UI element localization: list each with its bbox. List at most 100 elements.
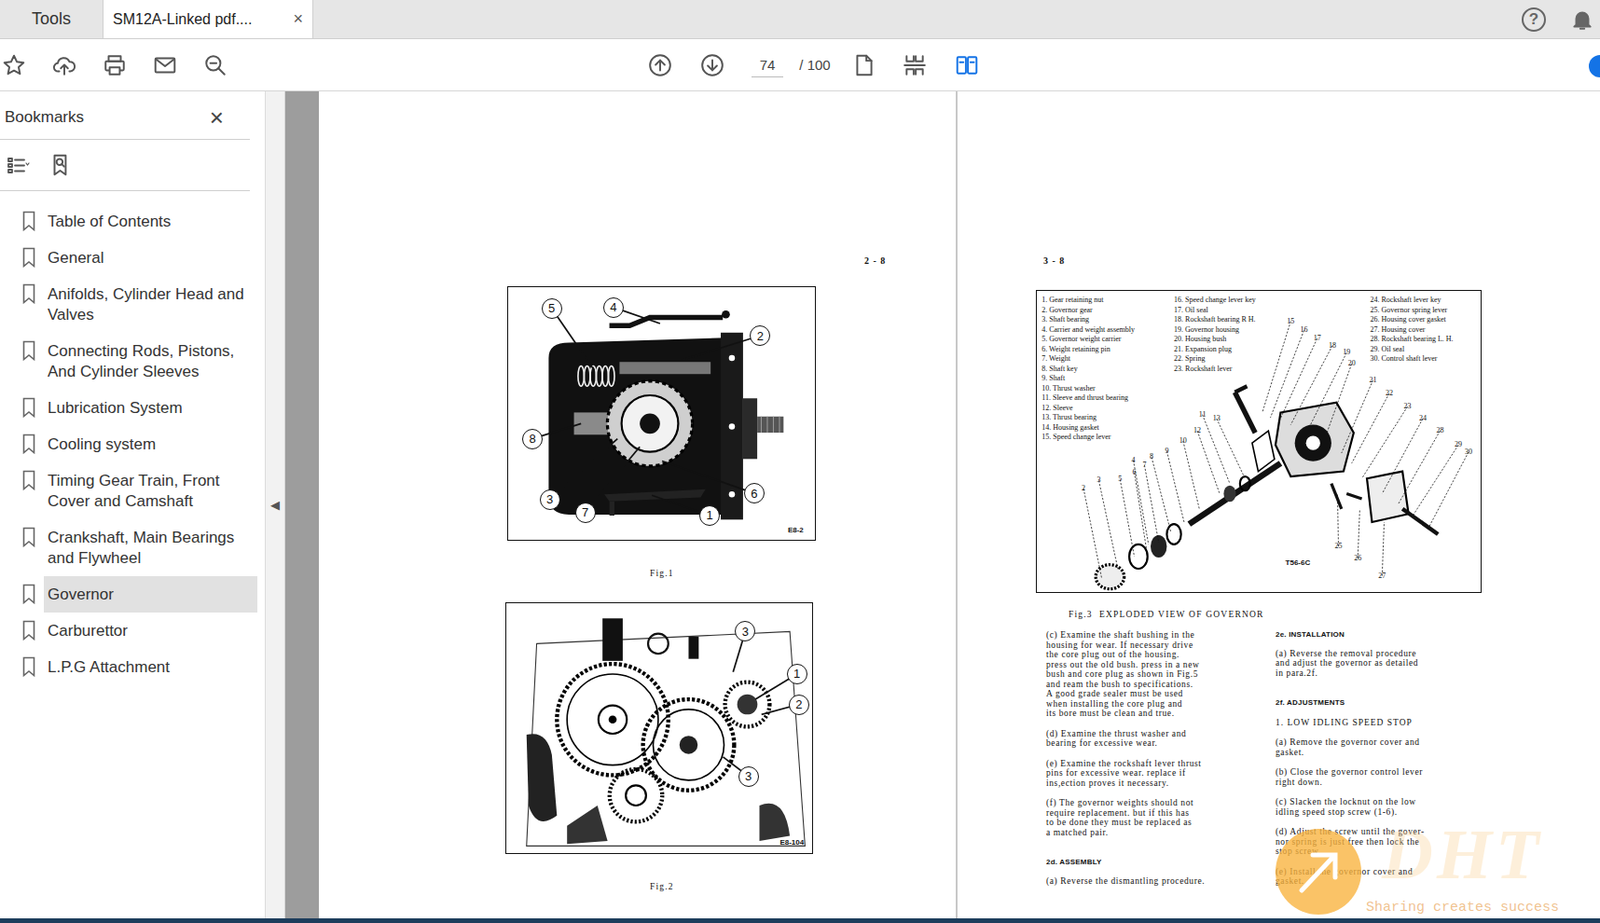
legend-entry: 15. Speed change lever xyxy=(1041,432,1135,443)
bookmark-label[interactable]: L.P.G Attachment xyxy=(43,648,258,686)
text-line: right down. xyxy=(1275,777,1490,788)
bookmark-item[interactable]: Governor xyxy=(0,576,265,613)
bell-icon[interactable] xyxy=(1570,7,1595,32)
text-line: to be done they must be replaced as xyxy=(1046,817,1261,828)
watermark-tagline: Sharing creates success xyxy=(1365,899,1559,916)
callout: 4 xyxy=(1131,456,1135,465)
legend-entry: 25. Governor spring lever xyxy=(1369,305,1453,317)
bookmark-label[interactable]: Timing Gear Train, Front Cover and Camsh… xyxy=(43,462,258,520)
next-page-icon[interactable] xyxy=(700,53,725,78)
bookmarks-panel: Bookmarks×Table of ContentsGeneralAnifol… xyxy=(0,91,266,919)
bookmark-item[interactable]: Lubrication System xyxy=(0,389,265,427)
bookmark-label[interactable]: Table of Contents xyxy=(43,203,258,240)
toolbar: 74/ 100 xyxy=(0,39,1600,92)
bookmark-item[interactable]: General xyxy=(0,239,265,276)
bookmark-item[interactable]: Timing Gear Train, Front Cover and Camsh… xyxy=(0,462,265,520)
paragraph: (c) Examine the shaft bushing in thehous… xyxy=(1046,630,1261,719)
callout: 1 xyxy=(699,505,720,526)
text-line: (c) Examine the shaft bushing in the xyxy=(1046,630,1261,641)
bookmark-icon xyxy=(22,583,36,605)
callout: 2 xyxy=(749,325,771,346)
document-tab[interactable]: SM12A-Linked pdf....× xyxy=(102,0,314,39)
callout: 5 xyxy=(541,298,563,319)
text-line: the core plug out of the housing. xyxy=(1046,649,1261,661)
legend-entry: 3. Shaft bearing xyxy=(1041,315,1135,326)
figure: 54283761E8-2 xyxy=(507,286,816,541)
callout: 28 xyxy=(1435,427,1444,435)
bookmark-search-icon[interactable] xyxy=(48,152,73,178)
text-line: gasket. xyxy=(1275,747,1490,759)
account-icon[interactable] xyxy=(1588,55,1600,78)
callout: 3 xyxy=(1096,476,1101,484)
legend-entry: 5. Governor weight carrier xyxy=(1041,334,1135,345)
page-tools-icon[interactable] xyxy=(902,53,927,78)
options-list-icon[interactable] xyxy=(5,152,30,178)
bookmark-item[interactable]: L.P.G Attachment xyxy=(0,648,265,686)
pdf-page: 2 - 854283761E8-2Fig.13123E8-104Fig.2 xyxy=(318,91,956,919)
figure-caption: Fig.1 xyxy=(649,568,956,579)
paragraph: (a) Reverse the dismantling procedure. xyxy=(1046,876,1261,887)
figure: 1. Gear retaining nut2. Governor gear3. … xyxy=(1035,289,1482,594)
text-line: bearing for excessive wear. xyxy=(1046,738,1261,749)
star-icon[interactable] xyxy=(1,53,27,78)
callout: 18 xyxy=(1328,342,1337,350)
figure-drawing xyxy=(506,603,813,854)
callout: 3 xyxy=(738,766,759,787)
bookmark-label[interactable]: Carburettor xyxy=(43,612,258,649)
paragraph: (f) The governor weights should notrequi… xyxy=(1046,798,1261,838)
two-page-view-icon[interactable] xyxy=(954,53,980,78)
bookmark-item[interactable]: Carburettor xyxy=(0,612,265,649)
section-heading: 2e. INSTALLATION xyxy=(1275,630,1490,641)
callout: 6 xyxy=(1132,468,1137,477)
text-line: require replacement. but if this has xyxy=(1046,808,1261,819)
bookmark-item[interactable]: Cooling system xyxy=(0,426,265,463)
bookmark-item[interactable]: Crankshaft, Main Bearings and Flywheel xyxy=(0,519,265,577)
page-number: 3 - 8 xyxy=(957,91,1600,266)
close-panel-button[interactable]: × xyxy=(209,105,224,130)
single-page-icon[interactable] xyxy=(852,53,877,78)
bookmark-label[interactable]: Lubrication System xyxy=(43,389,258,427)
text-line: A good grade sealer must be used xyxy=(1046,689,1261,700)
previous-page-icon[interactable] xyxy=(648,53,673,78)
bookmark-icon xyxy=(22,247,36,268)
figure-code: T56-6C xyxy=(1285,558,1311,567)
help-icon[interactable]: ? xyxy=(1521,7,1546,32)
mail-icon[interactable] xyxy=(152,53,178,78)
upload-icon[interactable] xyxy=(52,53,77,78)
bookmark-icon xyxy=(22,283,36,304)
pdf-page: 3 - 8 1. Gear retaining nut2. Governor ge… xyxy=(957,91,1600,919)
bookmark-item[interactable]: Anifolds, Cylinder Head and Valves xyxy=(0,275,265,333)
zoom-search-icon[interactable] xyxy=(203,53,228,78)
bookmark-label[interactable]: Crankshaft, Main Bearings and Flywheel xyxy=(43,519,258,577)
callout: 20 xyxy=(1348,359,1356,368)
callout: 19 xyxy=(1342,348,1351,357)
text-line: ins,ection proves it necessary. xyxy=(1046,778,1261,789)
figure-legend: 24. Rockshaft lever key25. Governor spri… xyxy=(1369,295,1453,365)
legend-entry: 6. Weight retaining pin xyxy=(1041,344,1135,356)
page-number-field[interactable]: 74 xyxy=(751,53,784,78)
legend-entry: 4. Carrier and weight assembly xyxy=(1041,325,1135,336)
bookmark-label[interactable]: Anifolds, Cylinder Head and Valves xyxy=(43,275,258,333)
close-tab-button[interactable]: × xyxy=(285,9,304,29)
legend-entry: 22. Spring xyxy=(1173,354,1256,365)
bookmark-label[interactable]: Cooling system xyxy=(43,426,258,463)
print-icon[interactable] xyxy=(102,53,127,78)
bookmark-icon xyxy=(22,433,36,455)
text-line: bush and core plug as shown in Fig.5 xyxy=(1046,669,1261,680)
collapse-panel-button[interactable]: ◀ xyxy=(265,91,286,919)
legend-entry: 12. Sleeve xyxy=(1041,403,1135,414)
callout: 9 xyxy=(1164,447,1169,456)
bookmark-label[interactable]: Governor xyxy=(43,576,258,613)
bookmark-item[interactable]: Table of Contents xyxy=(0,203,265,240)
callout: 6 xyxy=(744,482,765,504)
legend-entry: 27. Housing cover xyxy=(1369,325,1453,336)
callout: 10 xyxy=(1179,437,1187,445)
figure-legend: 1. Gear retaining nut2. Governor gear3. … xyxy=(1041,295,1135,443)
tools-tab[interactable]: Tools xyxy=(0,0,103,39)
bookmark-item[interactable]: Connecting Rods, Pistons, And Cylinder S… xyxy=(0,332,265,390)
bookmark-label[interactable]: Connecting Rods, Pistons, And Cylinder S… xyxy=(43,332,258,390)
figure-code: E8-2 xyxy=(787,525,804,535)
section-heading: 1. LOW IDLING SPEED STOP xyxy=(1275,717,1490,729)
callout: 26 xyxy=(1353,554,1362,563)
bookmark-label[interactable]: General xyxy=(43,239,258,276)
